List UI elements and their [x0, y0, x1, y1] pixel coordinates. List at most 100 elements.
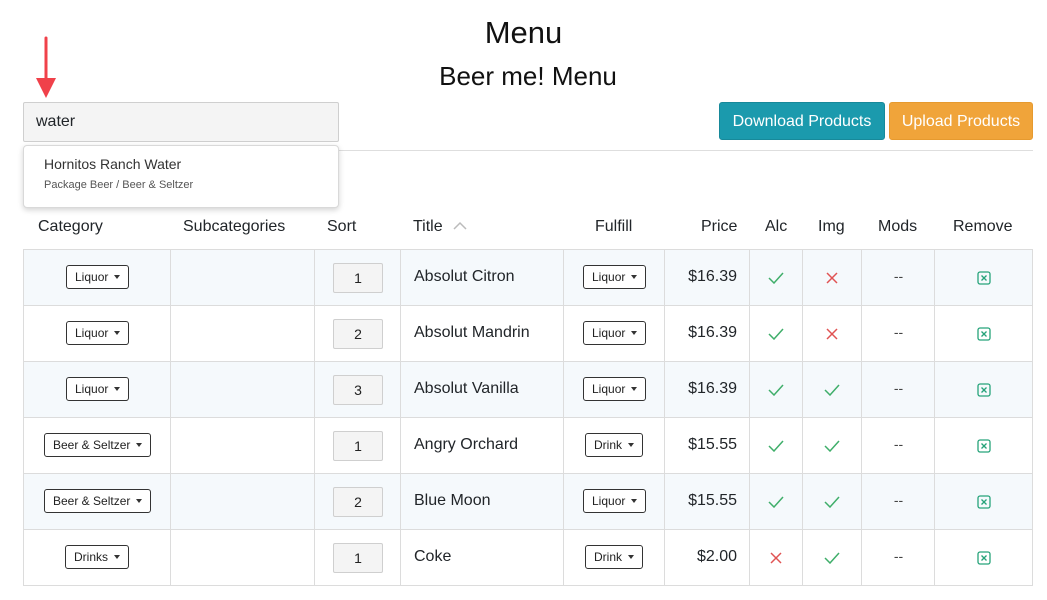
mods-cell: -- — [862, 530, 935, 585]
alc-status[interactable] — [770, 551, 782, 564]
column-header-remove[interactable]: Remove — [953, 218, 1013, 236]
fulfill-dropdown[interactable]: Liquor — [583, 489, 647, 513]
category-dropdown-label: Liquor — [75, 270, 109, 284]
category-dropdown-label: Drinks — [74, 550, 109, 564]
alc-status[interactable] — [768, 495, 784, 508]
sort-cell — [315, 474, 401, 529]
category-dropdown[interactable]: Liquor — [66, 321, 130, 345]
sort-input[interactable] — [333, 543, 383, 573]
alc-cell — [750, 474, 803, 529]
cross-icon — [770, 551, 782, 564]
sort-cell — [315, 250, 401, 305]
img-cell — [803, 362, 862, 417]
check-icon — [768, 383, 784, 396]
table-row: Drinks Coke Drink $2.00 -- — [24, 530, 1033, 586]
caret-down-icon — [628, 555, 635, 559]
caret-down-icon — [631, 499, 638, 503]
column-header-title[interactable]: Title — [413, 218, 443, 236]
category-cell: Drinks — [24, 530, 171, 585]
product-price: $2.00 — [696, 548, 737, 565]
remove-button[interactable] — [976, 270, 991, 285]
sort-input[interactable] — [333, 487, 383, 517]
column-header-category[interactable]: Category — [38, 218, 103, 236]
remove-cell — [935, 306, 1033, 361]
img-status[interactable] — [826, 327, 838, 340]
fulfill-dropdown[interactable]: Drink — [585, 545, 644, 569]
check-icon — [824, 383, 840, 396]
alc-status[interactable] — [768, 327, 784, 340]
img-cell — [803, 250, 862, 305]
sort-input[interactable] — [333, 431, 383, 461]
column-header-alc[interactable]: Alc — [765, 218, 787, 236]
price-cell: $15.55 — [665, 474, 750, 529]
sort-cell — [315, 306, 401, 361]
download-products-button[interactable]: Download Products — [719, 102, 885, 140]
title-cell: Absolut Vanilla — [401, 362, 564, 417]
mods-cell: -- — [862, 418, 935, 473]
remove-button[interactable] — [976, 382, 991, 397]
caret-down-icon — [631, 331, 638, 335]
product-price: $16.39 — [688, 380, 737, 397]
column-header-img[interactable]: Img — [818, 218, 845, 236]
fulfill-dropdown[interactable]: Drink — [585, 433, 644, 457]
category-dropdown[interactable]: Liquor — [66, 265, 130, 289]
category-dropdown[interactable]: Beer & Seltzer — [44, 433, 152, 457]
alc-status[interactable] — [768, 439, 784, 452]
img-status[interactable] — [824, 383, 840, 396]
subcategories-cell — [171, 530, 315, 585]
column-header-sort[interactable]: Sort — [327, 218, 356, 236]
product-title: Blue Moon — [414, 492, 491, 509]
img-cell — [803, 474, 862, 529]
subcategories-cell — [171, 250, 315, 305]
img-status[interactable] — [824, 551, 840, 564]
img-status[interactable] — [824, 495, 840, 508]
remove-button[interactable] — [976, 550, 991, 565]
category-dropdown-label: Liquor — [75, 382, 109, 396]
alc-status[interactable] — [768, 271, 784, 284]
caret-down-icon — [631, 387, 638, 391]
mods-value: -- — [893, 380, 904, 396]
remove-button[interactable] — [976, 438, 991, 453]
alc-status[interactable] — [768, 383, 784, 396]
column-header-mods[interactable]: Mods — [878, 218, 917, 236]
fulfill-dropdown[interactable]: Liquor — [583, 321, 647, 345]
fulfill-dropdown-label: Drink — [594, 438, 623, 452]
sort-cell — [315, 418, 401, 473]
mods-value: -- — [893, 436, 904, 452]
img-status[interactable] — [826, 271, 838, 284]
mods-cell: -- — [862, 474, 935, 529]
fulfill-dropdown[interactable]: Liquor — [583, 377, 647, 401]
chevron-up-icon[interactable] — [453, 221, 467, 230]
autocomplete-item-subtitle[interactable]: Package Beer / Beer & Seltzer — [44, 179, 193, 191]
sort-input[interactable] — [333, 263, 383, 293]
fulfill-dropdown-label: Drink — [594, 550, 623, 564]
search-input[interactable] — [23, 102, 339, 142]
column-header-fulfill[interactable]: Fulfill — [595, 218, 632, 236]
caret-down-icon — [136, 499, 143, 503]
remove-button[interactable] — [976, 326, 991, 341]
red-arrow-icon — [36, 36, 56, 98]
category-dropdown[interactable]: Beer & Seltzer — [44, 489, 152, 513]
column-header-subcategories[interactable]: Subcategories — [183, 218, 285, 236]
sort-input[interactable] — [333, 375, 383, 405]
check-icon — [768, 439, 784, 452]
autocomplete-item-title[interactable]: Hornitos Ranch Water — [44, 156, 181, 172]
upload-products-button[interactable]: Upload Products — [889, 102, 1033, 140]
img-status[interactable] — [824, 439, 840, 452]
category-cell: Beer & Seltzer — [24, 418, 171, 473]
category-dropdown-label: Liquor — [75, 326, 109, 340]
sort-cell — [315, 530, 401, 585]
remove-button[interactable] — [976, 494, 991, 509]
remove-square-icon — [976, 382, 991, 397]
subcategories-cell — [171, 306, 315, 361]
category-dropdown[interactable]: Liquor — [66, 377, 130, 401]
page-title: Menu — [484, 15, 563, 50]
category-dropdown[interactable]: Drinks — [65, 545, 130, 569]
sort-input[interactable] — [333, 319, 383, 349]
check-icon — [824, 495, 840, 508]
column-header-price[interactable]: Price — [701, 218, 737, 236]
mods-cell: -- — [862, 362, 935, 417]
product-title: Absolut Citron — [414, 268, 515, 285]
product-title: Coke — [414, 548, 452, 565]
fulfill-dropdown[interactable]: Liquor — [583, 265, 647, 289]
